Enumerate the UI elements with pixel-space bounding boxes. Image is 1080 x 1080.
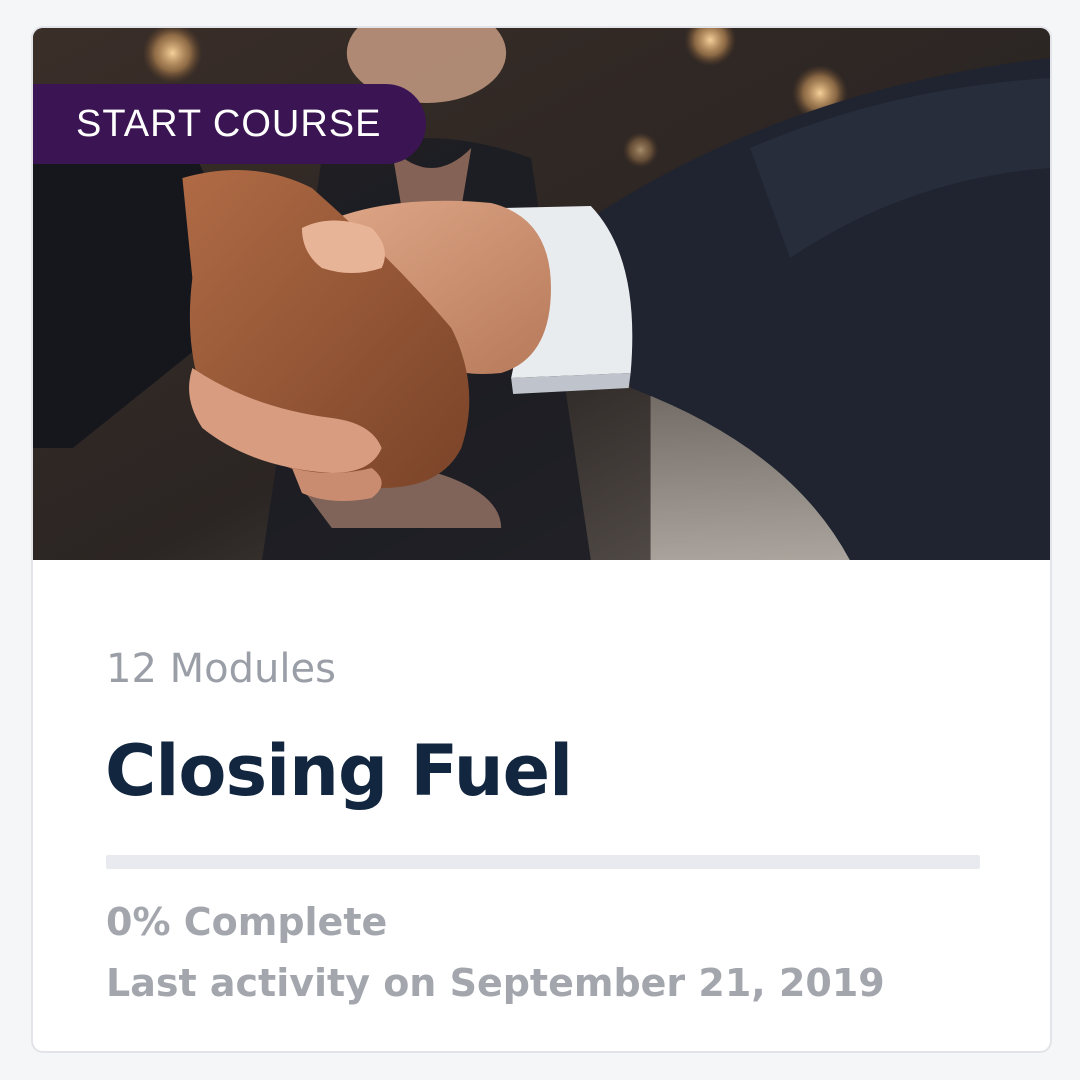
last-activity-date: Last activity on September 21, 2019 xyxy=(106,961,885,1005)
start-course-button[interactable]: START COURSE xyxy=(33,84,426,164)
module-count: 12 Modules xyxy=(106,646,336,692)
completion-status: 0% Complete xyxy=(106,900,388,944)
course-card-body: 12 Modules Closing Fuel 0% Complete Last… xyxy=(33,560,1050,1051)
course-card[interactable]: START COURSE 12 Modules Closing Fuel 0% … xyxy=(31,26,1052,1053)
course-title[interactable]: Closing Fuel xyxy=(105,730,573,812)
progress-bar xyxy=(106,855,980,869)
course-cover-image[interactable]: START COURSE xyxy=(33,28,1050,560)
